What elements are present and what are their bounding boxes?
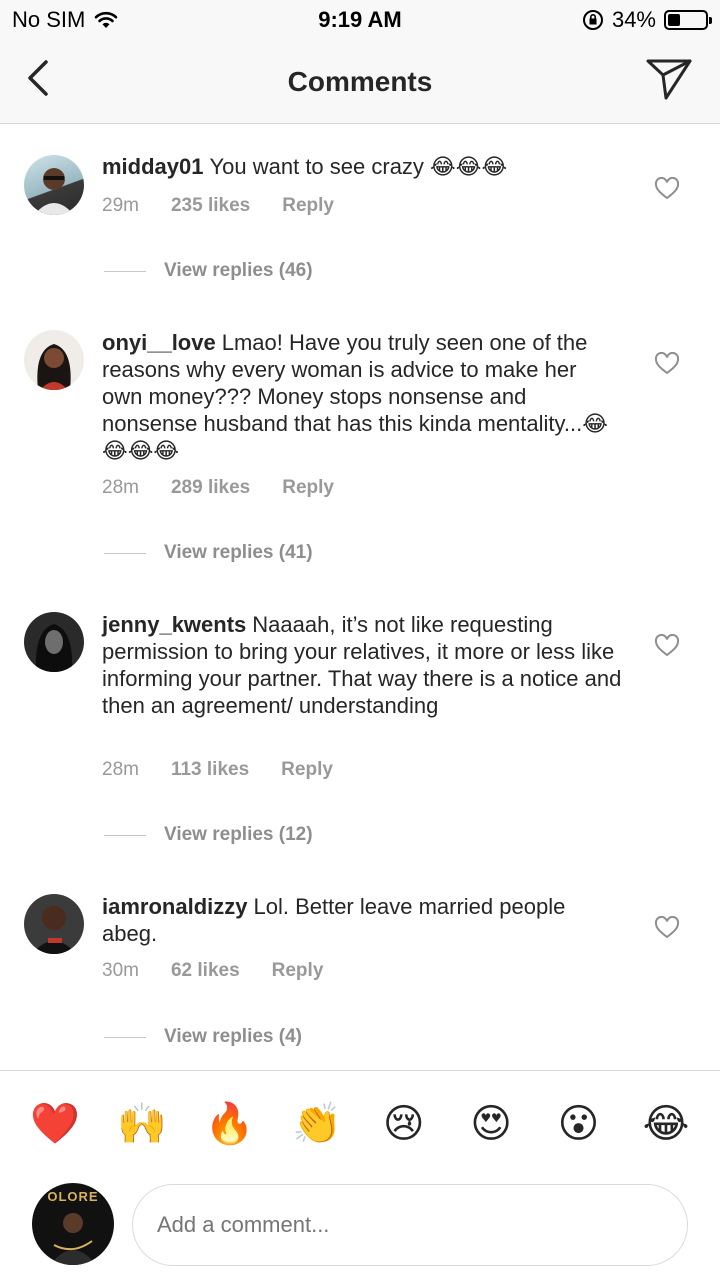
view-replies-label[interactable]: View replies (46) — [164, 260, 313, 282]
comment-text: onyi__love Lmao! Have you truly seen one … — [102, 329, 622, 464]
likes-count[interactable]: 235 likes — [171, 195, 250, 217]
view-replies-label[interactable]: View replies (4) — [164, 1026, 302, 1048]
replies-divider — [104, 1036, 146, 1038]
reply-button[interactable]: Reply — [281, 759, 333, 781]
battery-percent: 34% — [611, 7, 656, 32]
view-replies-button[interactable]: View replies (41) — [104, 542, 313, 564]
comment-username[interactable]: midday01 — [102, 154, 204, 179]
heart-icon[interactable] — [654, 916, 680, 940]
red-heart-emoji-button[interactable]: ❤️ — [30, 1099, 80, 1149]
comment-time: 28m — [102, 477, 139, 498]
direct-send-icon[interactable] — [644, 56, 694, 102]
comment-text: midday01 You want to see crazy 😂😂😂 — [102, 153, 622, 180]
comment-time: 30m — [102, 960, 139, 981]
comment-composer-bar: ❤️ 🙌 🔥 👏 😢 😍 😮 😂 OLORE — [0, 1070, 720, 1280]
comment-meta: 28m 289 likes Reply — [102, 477, 334, 499]
battery-fill — [668, 14, 681, 26]
comment-input[interactable] — [132, 1184, 688, 1266]
fire-emoji-button[interactable]: 🔥 — [205, 1099, 255, 1149]
view-replies-button[interactable]: View replies (12) — [104, 824, 313, 846]
replies-divider — [104, 552, 146, 554]
crying-face-emoji-button[interactable]: 😢 — [380, 1099, 428, 1149]
battery-icon — [664, 10, 712, 30]
reply-button[interactable]: Reply — [282, 477, 334, 499]
avatar[interactable] — [24, 155, 84, 215]
surprised-face-emoji-button[interactable]: 😮 — [555, 1099, 603, 1149]
tears-of-joy-emoji-button[interactable]: 😂 — [642, 1099, 690, 1149]
reply-button[interactable]: Reply — [282, 195, 334, 217]
avatar[interactable] — [24, 894, 84, 954]
replies-divider — [104, 270, 146, 272]
quick-reactions: ❤️ 🙌 🔥 👏 😢 😍 😮 😂 — [30, 1099, 690, 1149]
raising-hands-emoji-button[interactable]: 🙌 — [117, 1099, 167, 1149]
reply-button[interactable]: Reply — [272, 960, 324, 982]
likes-count[interactable]: 62 likes — [171, 960, 240, 982]
page-title: Comments — [287, 66, 433, 97]
comment-meta: 30m 62 likes Reply — [102, 960, 323, 982]
clapping-hands-emoji-button[interactable]: 👏 — [292, 1099, 342, 1149]
comment-body: You want to see crazy 😂😂😂 — [209, 154, 508, 179]
view-replies-label[interactable]: View replies (41) — [164, 542, 313, 564]
heart-icon[interactable] — [654, 177, 680, 201]
avatar[interactable] — [24, 612, 84, 672]
avatar-brand-text: OLORE — [47, 1189, 99, 1204]
comment-meta: 29m 235 likes Reply — [102, 195, 334, 217]
comment-meta: 28m 113 likes Reply — [102, 759, 333, 781]
current-user-avatar[interactable]: OLORE — [32, 1183, 114, 1265]
status-right: 34% — [582, 7, 712, 33]
view-replies-label[interactable]: View replies (12) — [164, 824, 313, 846]
avatar[interactable] — [24, 330, 84, 390]
comment-text: jenny_kwents Naaaah, it’s not like reques… — [102, 611, 622, 719]
heart-icon[interactable] — [654, 352, 680, 376]
heart-icon[interactable] — [654, 634, 680, 658]
view-replies-button[interactable]: View replies (4) — [104, 1026, 302, 1048]
likes-count[interactable]: 113 likes — [171, 759, 249, 781]
comment-time: 29m — [102, 195, 139, 216]
likes-count[interactable]: 289 likes — [171, 477, 250, 499]
view-replies-button[interactable]: View replies (46) — [104, 260, 313, 282]
comment-username[interactable]: onyi__love — [102, 330, 216, 355]
comment-text: iamronaldizzy Lol. Better leave married p… — [102, 893, 622, 947]
heart-eyes-emoji-button[interactable]: 😍 — [467, 1099, 515, 1149]
comment-time: 28m — [102, 759, 139, 780]
comment-username[interactable]: iamronaldizzy — [102, 894, 247, 919]
replies-divider — [104, 834, 146, 836]
nav-bar: Comments — [0, 40, 720, 124]
comment-username[interactable]: jenny_kwents — [102, 612, 246, 637]
orientation-lock-icon — [582, 10, 603, 30]
status-bar: No SIM 9:19 AM 34% — [0, 0, 720, 40]
